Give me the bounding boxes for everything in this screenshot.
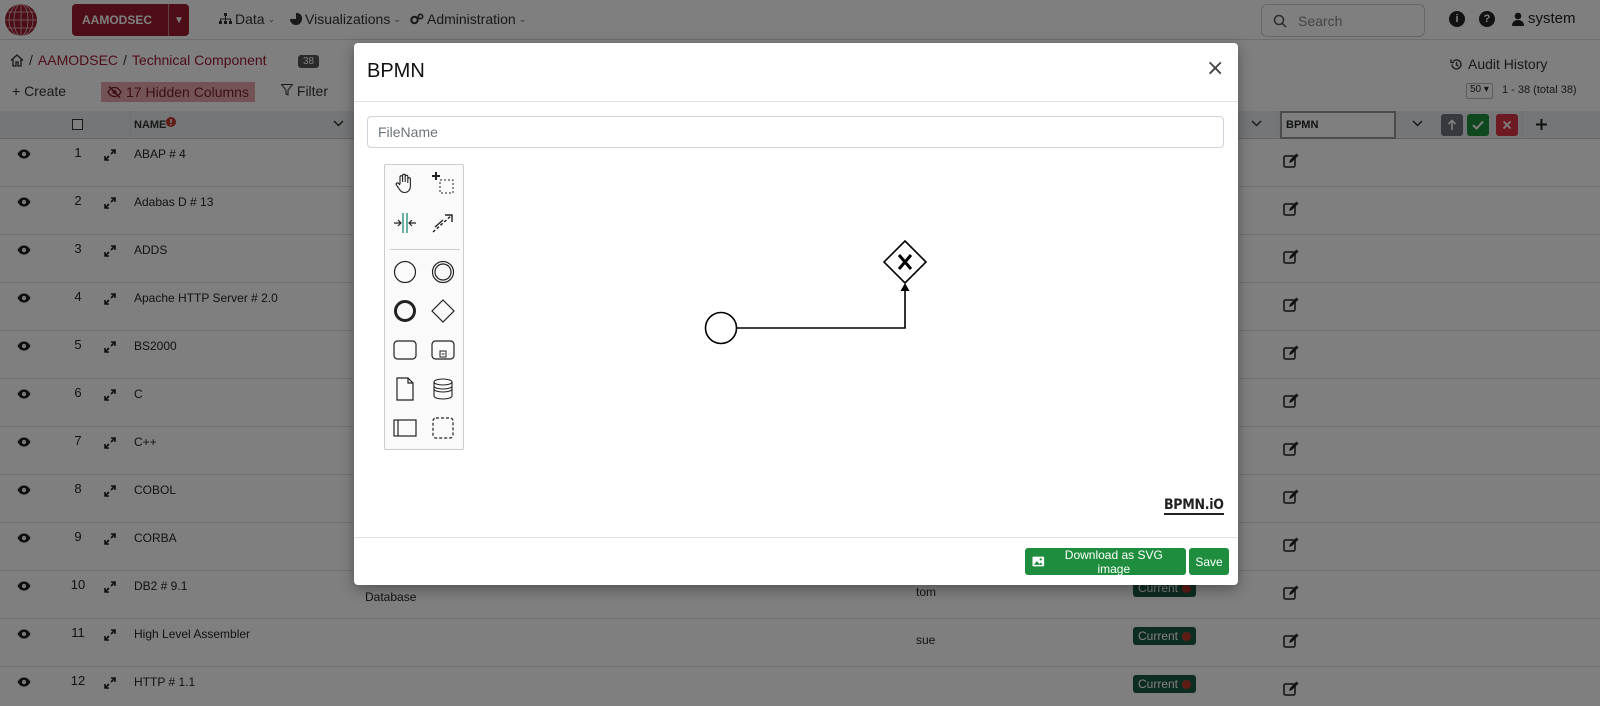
create-subprocess-tool[interactable]	[428, 335, 458, 365]
bpmn-modal: BPMN × FileName BPMN.iO Download as SVG …	[354, 43, 1238, 585]
subprocess-icon	[431, 340, 455, 360]
bpmn-canvas[interactable]	[704, 233, 954, 353]
gateway-icon	[431, 299, 455, 323]
start-event-icon	[393, 260, 417, 284]
lasso-tool[interactable]	[428, 168, 458, 198]
modal-footer: Download as SVG image Save	[354, 537, 1238, 585]
sequence-flow[interactable]	[737, 285, 906, 329]
save-button[interactable]: Save	[1189, 548, 1229, 575]
modal-title: BPMN	[367, 60, 425, 82]
save-label: Save	[1195, 554, 1223, 569]
create-intermediate-event-tool[interactable]	[428, 257, 458, 287]
create-data-object-tool[interactable]	[390, 374, 420, 404]
intermediate-event-icon	[431, 260, 455, 284]
download-svg-label: Download as SVG image	[1064, 547, 1163, 576]
end-event-icon	[394, 300, 416, 322]
lasso-tool-icon	[432, 172, 454, 194]
create-group-tool[interactable]	[428, 413, 458, 443]
exclusive-gateway-shape[interactable]	[882, 239, 928, 285]
hand-tool-icon	[395, 173, 411, 194]
palette-separator	[390, 249, 460, 250]
bpmn-palette	[384, 164, 464, 450]
sequence-flow-arrowhead	[900, 283, 910, 291]
create-data-store-tool[interactable]	[428, 374, 458, 404]
create-gateway-tool[interactable]	[428, 296, 458, 326]
create-task-tool[interactable]	[390, 335, 420, 365]
task-icon	[393, 340, 417, 360]
create-start-event-tool[interactable]	[390, 257, 420, 287]
space-tool[interactable]	[390, 208, 420, 238]
bpmn-io-watermark[interactable]: BPMN.iO	[1164, 497, 1224, 515]
space-tool-icon	[394, 213, 416, 233]
group-icon	[432, 417, 454, 439]
start-event-shape[interactable]	[704, 311, 738, 345]
hand-tool[interactable]	[390, 168, 420, 198]
create-pool-tool[interactable]	[390, 413, 420, 443]
image-icon	[1032, 556, 1045, 567]
connect-tool-icon	[432, 214, 453, 233]
download-svg-button[interactable]: Download as SVG image	[1025, 547, 1186, 576]
modal-header: BPMN ×	[354, 43, 1238, 102]
filename-input[interactable]	[367, 116, 1224, 148]
global-connect-tool[interactable]	[428, 208, 458, 238]
data-object-icon	[396, 377, 414, 401]
create-end-event-tool[interactable]	[390, 296, 420, 326]
pool-icon	[393, 419, 417, 437]
modal-close-button[interactable]: ×	[1206, 56, 1224, 81]
data-store-icon	[433, 378, 453, 400]
